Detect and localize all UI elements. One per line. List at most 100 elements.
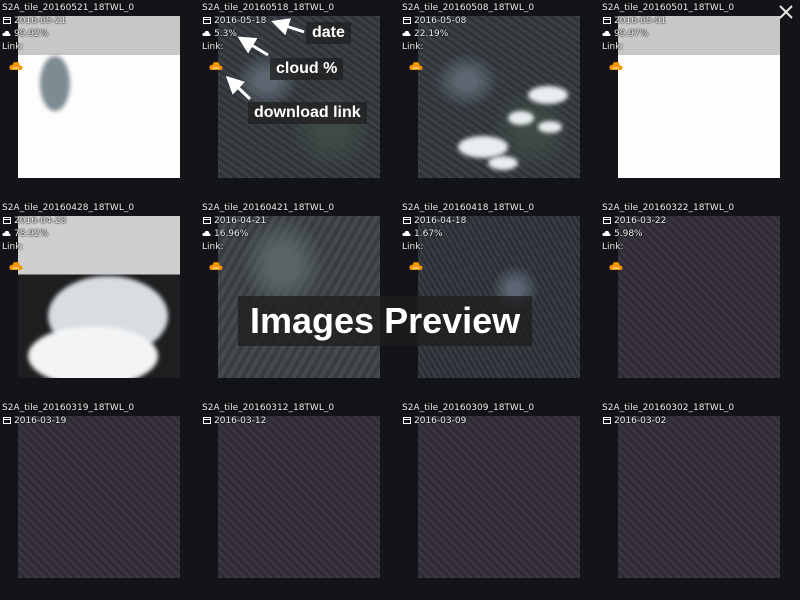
date-row: 2016-05-01 [602,15,800,28]
image-tile[interactable]: S2A_tile_20160518_18TWL_0 2016-05-18 5.3… [200,0,400,200]
svg-text:aws: aws [413,266,420,270]
image-tile[interactable]: S2A_tile_20160501_18TWL_0 2016-05-01 99.… [600,0,800,200]
cloud-row: 78.92% [2,228,200,241]
tile-date: 2016-05-18 [214,16,267,26]
link-label: Link: [602,242,624,252]
tile-title: S2A_tile_20160418_18TWL_0 [402,203,535,213]
link-label: Link: [2,42,24,52]
calendar-icon [602,215,611,228]
annotation-date: date [306,22,351,44]
tile-thumbnail[interactable] [18,416,180,578]
date-row: 2016-04-21 [202,215,400,228]
tile-meta: S2A_tile_20160428_18TWL_0 2016-04-28 78.… [0,200,200,254]
tile-title: S2A_tile_20160518_18TWL_0 [202,3,335,13]
cloud-percent: 5.98% [614,229,643,239]
link-label: Link: [202,242,224,252]
tile-date: 2016-05-01 [614,16,667,26]
tile-date: 2016-03-09 [414,416,467,426]
calendar-icon [602,415,611,428]
image-tile[interactable]: S2A_tile_20160319_18TWL_0 2016-03-19 [0,400,200,600]
cloud-percent: 99.97% [614,29,649,39]
aws-download-icon[interactable]: aws [209,261,223,271]
aws-download-icon[interactable]: aws [209,61,223,71]
calendar-icon [202,15,211,28]
date-row: 2016-03-22 [602,215,800,228]
link-label: Link: [602,42,624,52]
tile-date: 2016-05-08 [414,16,467,26]
date-row: 2016-05-21 [2,15,200,28]
image-tile[interactable]: S2A_tile_20160312_18TWL_0 2016-03-12 [200,400,400,600]
calendar-icon [2,215,11,228]
cloud-icon [402,228,411,241]
annotation-images-preview: Images Preview [238,296,533,346]
image-tile[interactable]: S2A_tile_20160322_18TWL_0 2016-03-22 5.9… [600,200,800,400]
calendar-icon [602,15,611,28]
tile-title: S2A_tile_20160501_18TWL_0 [602,3,735,13]
date-row: 2016-05-08 [402,15,600,28]
cloud-percent: 78.92% [14,229,49,239]
date-row: 2016-03-02 [602,415,800,428]
tile-meta: S2A_tile_20160322_18TWL_0 2016-03-22 5.9… [600,200,800,254]
satellite-swath [418,416,580,578]
tile-date: 2016-03-12 [214,416,267,426]
satellite-swath [218,416,380,578]
tile-title: S2A_tile_20160302_18TWL_0 [602,403,735,413]
aws-download-icon[interactable]: aws [609,261,623,271]
tile-meta: S2A_tile_20160421_18TWL_0 2016-04-21 16.… [200,200,400,254]
calendar-icon [402,15,411,28]
tile-title: S2A_tile_20160312_18TWL_0 [202,403,335,413]
image-tile[interactable]: S2A_tile_20160521_18TWL_0 2016-05-21 99.… [0,0,200,200]
satellite-swath [18,416,180,578]
svg-text:aws: aws [413,66,420,70]
tile-meta: S2A_tile_20160521_18TWL_0 2016-05-21 99.… [0,0,200,54]
link-label: Link: [202,42,224,52]
tile-date: 2016-05-21 [14,16,67,26]
svg-text:aws: aws [213,66,220,70]
annotation-cloud-percent: cloud % [270,58,344,80]
tile-thumbnail[interactable] [418,416,580,578]
image-tile[interactable]: S2A_tile_20160302_18TWL_0 2016-03-02 [600,400,800,600]
date-row: 2016-03-12 [202,415,400,428]
tile-meta: S2A_tile_20160418_18TWL_0 2016-04-18 1.6… [400,200,600,254]
annotation-download-link: download link [248,102,367,124]
image-tile[interactable]: S2A_tile_20160428_18TWL_0 2016-04-28 78.… [0,200,200,400]
calendar-icon [2,415,11,428]
cloud-percent: 16.96% [214,229,249,239]
image-tile[interactable]: S2A_tile_20160508_18TWL_0 2016-05-08 22.… [400,0,600,200]
cloud-icon [602,228,611,241]
cloud-percent: 22.19% [414,29,449,39]
image-tile[interactable]: S2A_tile_20160309_18TWL_0 2016-03-09 [400,400,600,600]
aws-download-icon[interactable]: aws [409,61,423,71]
tile-meta: S2A_tile_20160518_18TWL_0 2016-05-18 5.3… [200,0,400,54]
date-row: 2016-03-09 [402,415,600,428]
tile-thumbnail[interactable] [618,416,780,578]
tile-date: 2016-04-18 [414,216,467,226]
tile-meta: S2A_tile_20160508_18TWL_0 2016-05-08 22.… [400,0,600,54]
aws-download-icon[interactable]: aws [409,261,423,271]
aws-download-icon[interactable]: aws [9,61,23,71]
cloud-row: 99.97% [602,28,800,41]
cloud-row: 1.67% [402,228,600,241]
link-label: Link: [2,242,24,252]
image-preview-grid: S2A_tile_20160521_18TWL_0 2016-05-21 99.… [0,0,800,578]
close-button[interactable] [778,4,794,20]
link-label: Link: [402,242,424,252]
aws-download-icon[interactable]: aws [9,261,23,271]
cloud-row: 22.19% [402,28,600,41]
svg-text:aws: aws [13,66,20,70]
tile-date: 2016-03-22 [614,216,667,226]
svg-text:aws: aws [13,266,20,270]
cloud-icon [2,28,11,41]
cloud-row: 16.96% [202,228,400,241]
tile-title: S2A_tile_20160421_18TWL_0 [202,203,335,213]
cloud-icon [202,228,211,241]
tile-title: S2A_tile_20160319_18TWL_0 [2,403,135,413]
satellite-swath [618,416,780,578]
tile-date: 2016-04-21 [214,216,267,226]
tile-thumbnail[interactable] [218,416,380,578]
cloud-percent: 1.67% [414,229,443,239]
aws-download-icon[interactable]: aws [609,61,623,71]
tile-title: S2A_tile_20160521_18TWL_0 [2,3,135,13]
svg-text:aws: aws [613,266,620,270]
date-row: 2016-05-18 [202,15,400,28]
